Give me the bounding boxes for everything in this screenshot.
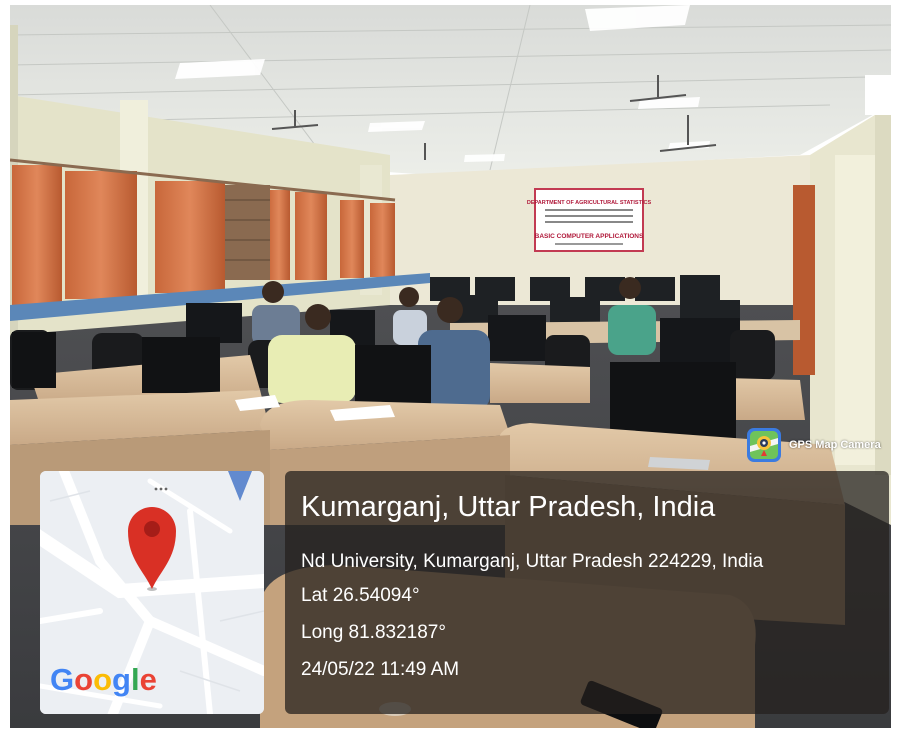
- banner-heading: DEPARTMENT OF AGRICULTURAL STATISTICS: [527, 200, 652, 206]
- banner-course: BASIC COMPUTER APPLICATIONS: [535, 233, 644, 240]
- app-watermark: GPS Map Camera: [747, 424, 881, 466]
- location-info-panel: Kumarganj, Uttar Pradesh, India Nd Unive…: [285, 471, 889, 714]
- gps-map-camera-icon: [747, 428, 781, 462]
- google-logo: Google: [50, 662, 157, 697]
- location-title: Kumarganj, Uttar Pradesh, India: [301, 491, 716, 523]
- latitude-line: Lat 26.54094°: [301, 585, 420, 606]
- datetime-line: 24/05/22 11:49 AM: [301, 659, 460, 680]
- app-name-label: GPS Map Camera: [789, 439, 881, 451]
- address-line: Nd University, Kumarganj, Uttar Pradesh …: [301, 551, 764, 572]
- map-thumbnail: Google: [40, 471, 264, 714]
- longitude-line: Long 81.832187°: [301, 622, 446, 643]
